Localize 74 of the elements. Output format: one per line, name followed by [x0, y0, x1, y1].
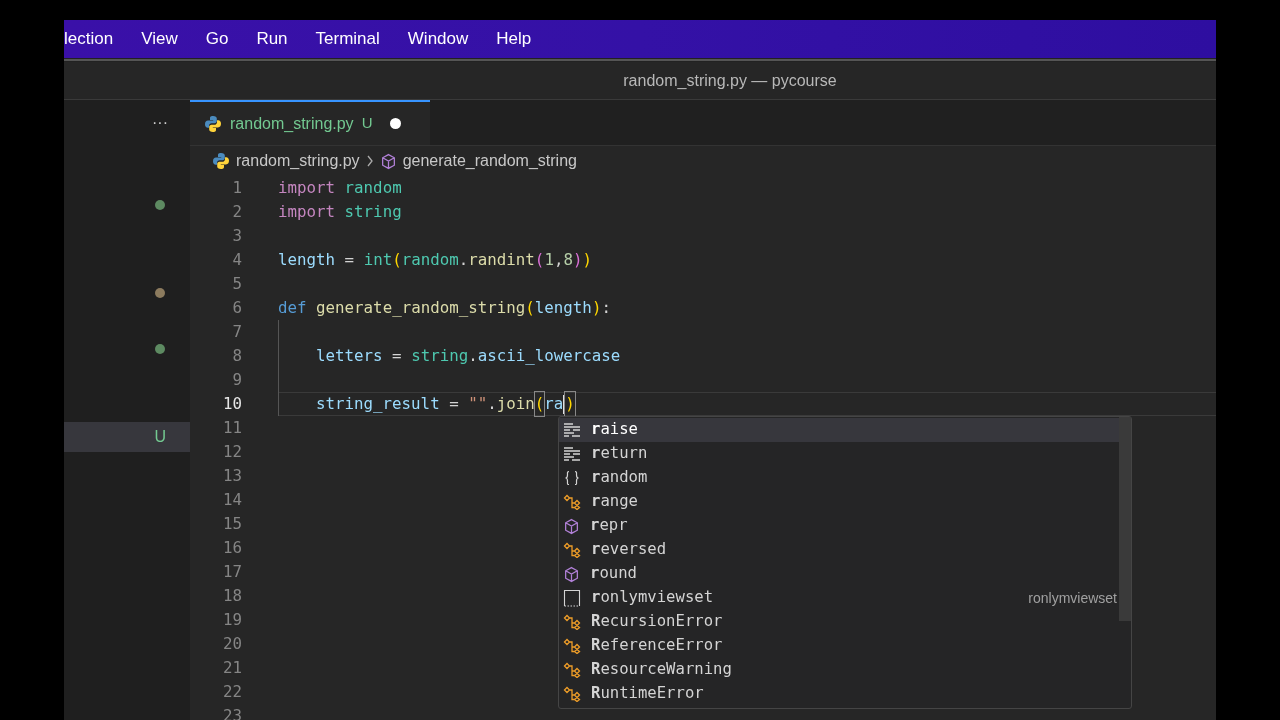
menu-item[interactable]: Run — [242, 26, 302, 52]
line-number: 2 — [231, 201, 242, 224]
line-number: 19 — [221, 609, 242, 632]
text-icon — [563, 589, 581, 607]
status-letter: U — [154, 427, 166, 447]
line-number: 16 — [221, 537, 242, 560]
editor-tab[interactable]: random_string.py U — [190, 100, 430, 145]
line-number: 4 — [231, 249, 242, 272]
cube-icon — [379, 152, 397, 170]
class-icon — [563, 662, 581, 678]
line-number: 14 — [221, 489, 242, 512]
cube-icon — [563, 517, 580, 535]
code-line: def generate_random_string(length): — [278, 297, 611, 320]
suggestion-item[interactable]: repr — [559, 514, 1119, 538]
code-line: import random — [278, 177, 402, 200]
code-line: string_result = "".join(ra) — [316, 392, 575, 416]
chevron-icon — [365, 155, 374, 167]
braces-icon — [563, 470, 581, 486]
suggestion-detail: ronlymviewset — [1028, 588, 1117, 608]
code-line: letters = string.ascii_lowercase — [316, 345, 621, 368]
line-number: 7 — [231, 321, 242, 344]
code-line: length = int(random.randint(1,8)) — [278, 249, 592, 272]
keyword-icon — [563, 446, 581, 462]
line-number: 8 — [231, 345, 242, 368]
menu-item[interactable]: Help — [482, 26, 546, 52]
class-icon — [563, 542, 581, 558]
breadcrumb-symbol[interactable]: generate_random_string — [402, 149, 577, 173]
menu-item[interactable]: Window — [393, 26, 483, 52]
suggestion-item[interactable]: reversed — [559, 538, 1119, 562]
menu-item[interactable]: Terminal — [301, 26, 394, 52]
status-letter: U — [361, 113, 373, 134]
line-number: 20 — [221, 633, 242, 656]
line-number: 10 — [221, 393, 242, 416]
line-number: 18 — [221, 585, 242, 608]
python-icon — [204, 114, 222, 133]
line-number: 21 — [221, 657, 242, 680]
window-title: random_string.py — pycourse — [623, 70, 837, 91]
line-number: 1 — [231, 177, 242, 200]
line-number: 13 — [221, 465, 242, 488]
more-actions-icon[interactable]: ··· — [152, 111, 168, 135]
suggestion-item[interactable]: range — [559, 490, 1119, 514]
line-number: 9 — [231, 369, 242, 392]
suggestion-item[interactable]: ronlymviewset ronlymviewset — [559, 586, 1119, 610]
suggestion-item[interactable]: round — [559, 562, 1119, 586]
line-number: 11 — [221, 417, 242, 440]
line-number: 22 — [221, 681, 242, 704]
tab-label: random_string.py — [230, 113, 354, 134]
class-icon — [563, 686, 581, 702]
line-number: 17 — [221, 561, 242, 584]
line-number: 15 — [221, 513, 242, 536]
suggestion-item[interactable]: ReferenceError — [559, 634, 1119, 658]
menu-item[interactable]: lection — [64, 26, 128, 52]
file-row[interactable]: U — [64, 422, 190, 452]
code-line: import string — [278, 201, 402, 224]
menu-item[interactable]: View — [127, 26, 192, 52]
suggestion-item[interactable]: RecursionError — [559, 610, 1119, 634]
line-number: 5 — [231, 273, 242, 296]
cube-icon — [563, 565, 580, 583]
scrollbar-thumb[interactable] — [1119, 417, 1131, 621]
line-number: 6 — [231, 297, 242, 320]
suggestion-item[interactable]: RuntimeError — [559, 682, 1119, 706]
menu-item[interactable]: Go — [191, 26, 243, 52]
class-icon — [563, 494, 581, 510]
suggestion-item[interactable]: return — [559, 442, 1119, 466]
python-icon — [212, 152, 230, 170]
suggestion-item[interactable]: ResourceWarning — [559, 658, 1119, 682]
class-icon — [563, 638, 581, 654]
line-number: 3 — [231, 225, 242, 248]
line-number: 12 — [221, 441, 242, 464]
suggestion-item[interactable]: random — [559, 466, 1119, 490]
breadcrumb-file[interactable]: random_string.py — [236, 149, 360, 173]
class-icon — [563, 614, 581, 630]
keyword-icon — [563, 422, 581, 438]
suggestion-item[interactable]: raise — [559, 418, 1119, 442]
